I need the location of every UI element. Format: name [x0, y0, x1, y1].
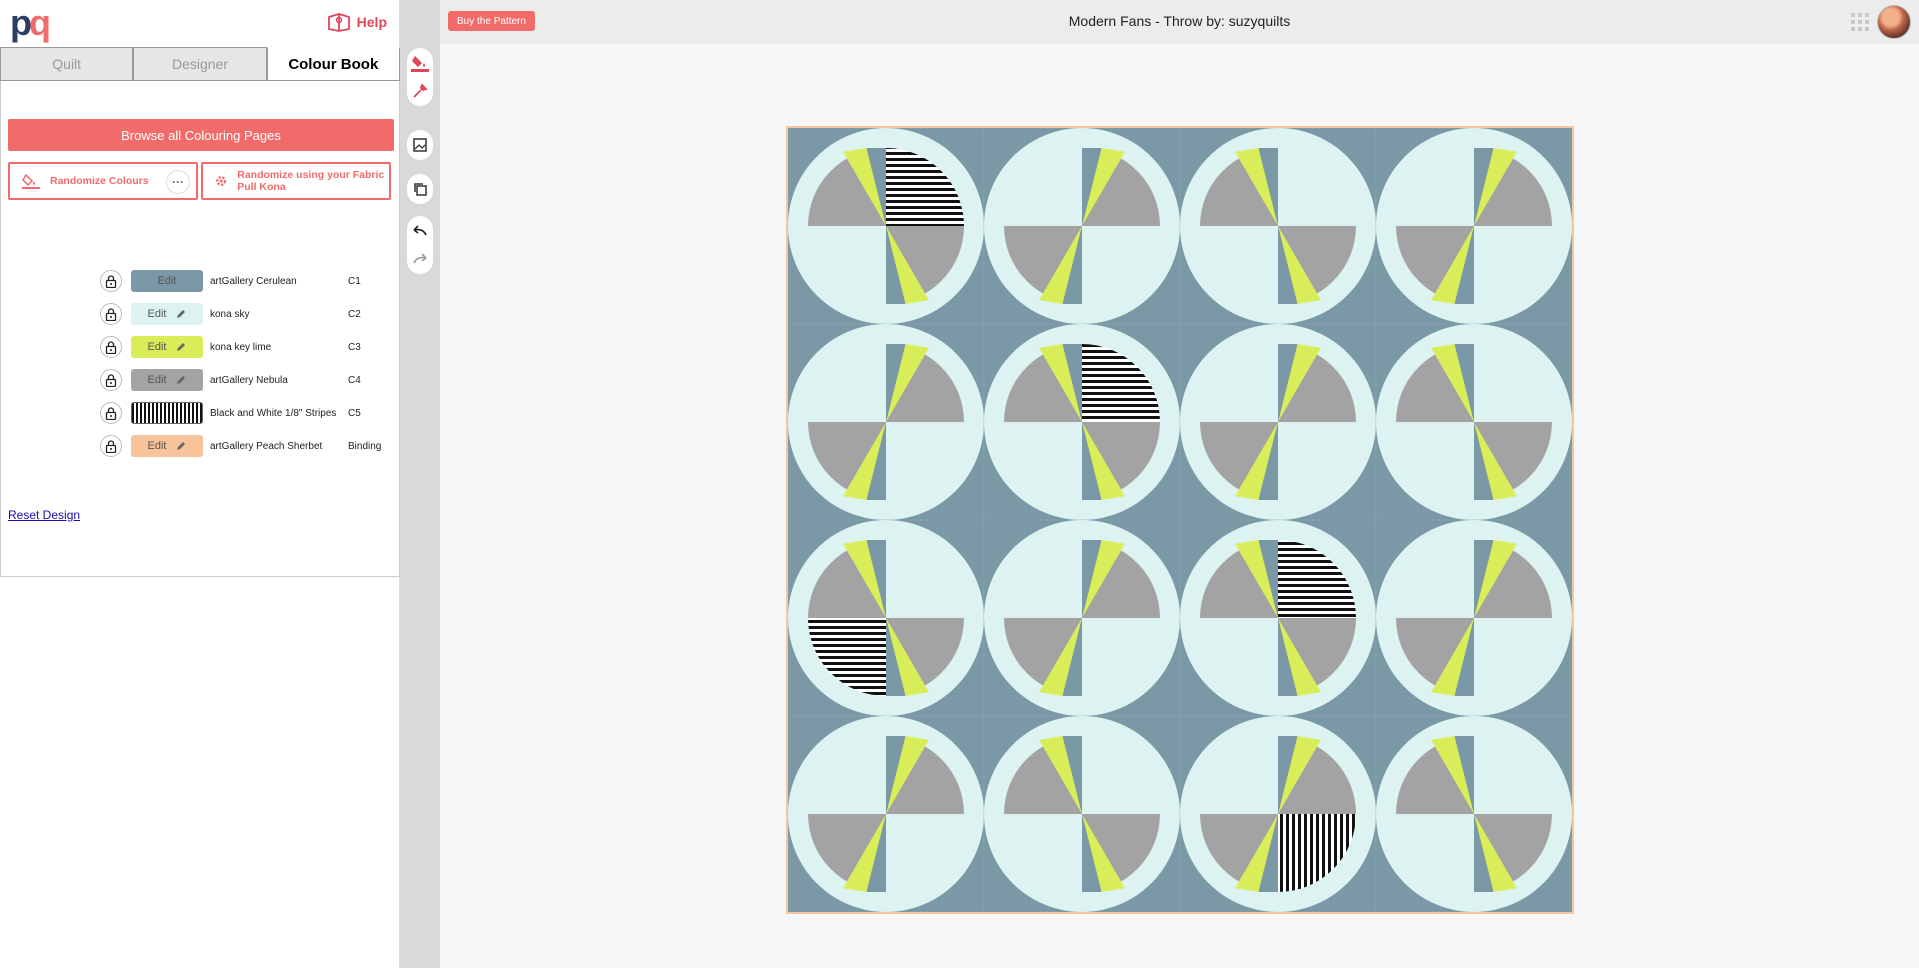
browse-colouring-pages-button[interactable]: Browse all Colouring Pages: [8, 119, 394, 151]
redo-tool[interactable]: [410, 248, 430, 270]
image-icon: [413, 138, 427, 152]
eyedropper-icon: [413, 83, 428, 98]
colour-row: Edit artGallery Peach Sherbet Binding: [100, 432, 381, 460]
paint-bucket-icon: [411, 56, 429, 72]
apps-grid-icon[interactable]: [1851, 13, 1869, 31]
tool-bar: [400, 0, 440, 968]
help-button[interactable]: Help: [327, 12, 387, 32]
copy-icon: [414, 183, 427, 196]
reset-design-link[interactable]: Reset Design: [8, 508, 80, 522]
lock-icon: [105, 439, 117, 453]
colour-name: artGallery Nebula: [210, 374, 288, 386]
image-tool[interactable]: [410, 134, 430, 156]
lock-button[interactable]: [100, 270, 122, 292]
more-options-button[interactable]: ···: [166, 170, 190, 194]
lock-button[interactable]: [100, 303, 122, 325]
lock-button[interactable]: [100, 435, 122, 457]
tab-bar: Quilt Designer Colour Book: [0, 47, 400, 81]
tab-colour-book[interactable]: Colour Book: [266, 47, 400, 80]
lock-button[interactable]: [100, 402, 122, 424]
randomize-colours-button[interactable]: Randomize Colours ···: [8, 162, 198, 200]
colour-name: artGallery Peach Sherbet: [210, 440, 323, 452]
pencil-icon: [177, 376, 186, 384]
colour-name: kona sky: [210, 308, 250, 320]
colour-row: Edit kona key lime C3: [100, 333, 361, 361]
colour-name: kona key lime: [210, 341, 272, 353]
pencil-icon: [177, 442, 186, 450]
history-tools: [407, 216, 433, 274]
colour-code: C2: [348, 308, 361, 320]
lock-icon: [105, 340, 117, 354]
randomize-fabric-pull-button[interactable]: Randomize using your Fabric Pull Kona: [201, 162, 391, 200]
colour-swatch[interactable]: Edit: [131, 270, 203, 292]
gear-icon: [216, 176, 227, 186]
pencil-icon: [177, 310, 186, 318]
redo-icon: [413, 253, 427, 264]
top-bar: Buy the Pattern Modern Fans - Throw by: …: [440, 0, 1919, 44]
colour-row: Edit kona sky C2: [100, 300, 361, 328]
colour-name: Black and White 1/8" Stripes: [210, 407, 337, 419]
copy-tool[interactable]: [410, 178, 430, 200]
quilt-canvas[interactable]: [786, 126, 1574, 914]
randomize-colours-label: Randomize Colours: [50, 175, 149, 187]
paint-bucket-tool[interactable]: [410, 52, 430, 74]
colour-row: Black and White 1/8" Stripes C5: [100, 399, 361, 427]
colour-swatch[interactable]: [131, 402, 203, 424]
randomize-fabric-label: Randomize using your Fabric Pull Kona: [237, 169, 385, 193]
colour-code: C1: [348, 275, 361, 287]
colour-name: artGallery Cerulean: [210, 275, 297, 287]
edit-label: Edit: [147, 440, 167, 452]
image-tool-group: [407, 130, 433, 160]
undo-tool[interactable]: [410, 220, 430, 242]
lock-icon: [105, 274, 117, 288]
eyedropper-tool[interactable]: [410, 80, 430, 102]
tab-quilt[interactable]: Quilt: [0, 47, 134, 80]
book-icon: [327, 13, 350, 32]
pattern-title: Modern Fans - Throw by: suzyquilts: [1068, 13, 1291, 29]
pq-logo[interactable]: pq: [10, 5, 51, 41]
colour-code: C5: [348, 407, 361, 419]
pencil-icon: [177, 343, 186, 351]
colour-code: Binding: [348, 440, 382, 452]
help-label: Help: [356, 14, 387, 30]
copy-tool-group: [407, 174, 433, 204]
colour-code: C4: [348, 374, 361, 386]
lock-icon: [105, 406, 117, 420]
colour-code: C3: [348, 341, 361, 353]
colour-row: Edit artGallery Cerulean C1: [100, 267, 361, 295]
colour-swatch[interactable]: Edit: [131, 336, 203, 358]
undo-icon: [413, 225, 427, 236]
edit-label: Edit: [147, 341, 167, 353]
paint-bucket-icon: [22, 173, 40, 189]
colour-swatch[interactable]: Edit: [131, 435, 203, 457]
tab-designer[interactable]: Designer: [133, 47, 267, 80]
edit-label: Edit: [147, 374, 167, 386]
edit-label: Edit: [147, 308, 167, 320]
edit-label: Edit: [157, 275, 177, 287]
lock-button[interactable]: [100, 369, 122, 391]
left-panel: pq Help Quilt Designer Colour Book Brows…: [0, 0, 400, 968]
colour-swatch[interactable]: Edit: [131, 369, 203, 391]
lock-button[interactable]: [100, 336, 122, 358]
lock-icon: [105, 307, 117, 321]
paint-tools: [407, 48, 433, 106]
colour-swatch[interactable]: Edit: [131, 303, 203, 325]
user-avatar[interactable]: [1877, 5, 1911, 39]
quilt-design[interactable]: [787, 127, 1573, 913]
colour-row: Edit artGallery Nebula C4: [100, 366, 361, 394]
colour-book-panel: Browse all Colouring Pages Randomize Col…: [0, 81, 400, 577]
lock-icon: [105, 373, 117, 387]
